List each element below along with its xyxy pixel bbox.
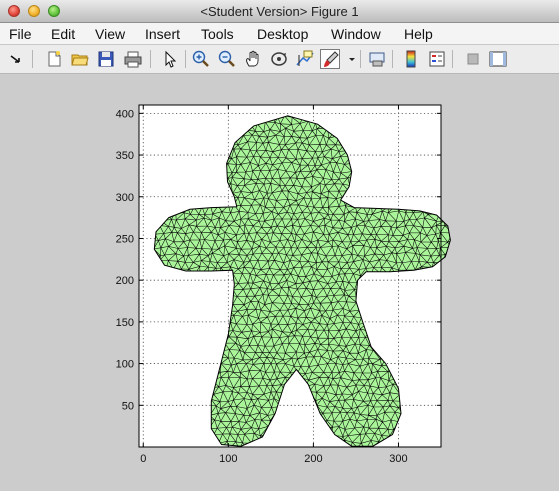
- zoom-in-icon[interactable]: [191, 49, 211, 69]
- dock-arrow-icon[interactable]: [6, 49, 26, 69]
- figure-canvas: 0 100 200 300 50 100 150 200 250 300 350 400: [0, 74, 559, 491]
- link-plot-icon[interactable]: [367, 49, 387, 69]
- y-tick-label: 250: [116, 233, 134, 245]
- menu-view[interactable]: View: [95, 26, 125, 42]
- window-title: <Student Version> Figure 1: [200, 4, 359, 19]
- figure-toolbar: [0, 45, 559, 74]
- zoom-out-icon[interactable]: [217, 49, 237, 69]
- menu-help[interactable]: Help: [404, 26, 433, 42]
- menu-window[interactable]: Window: [331, 26, 381, 42]
- print-icon[interactable]: [123, 49, 143, 69]
- menu-insert[interactable]: Insert: [145, 26, 180, 42]
- x-tick-label: 0: [140, 453, 146, 465]
- colorbar-icon[interactable]: [401, 49, 421, 69]
- menu-tools[interactable]: Tools: [201, 26, 234, 42]
- x-tick-label: 300: [389, 453, 407, 465]
- y-tick-label: 350: [116, 150, 134, 162]
- menu-desktop[interactable]: Desktop: [257, 26, 308, 42]
- legend-icon[interactable]: [427, 49, 447, 69]
- x-tick-label: 200: [304, 453, 322, 465]
- save-icon[interactable]: [96, 49, 116, 69]
- menu-bar: File Edit View Insert Tools Desktop Wind…: [0, 23, 559, 45]
- open-file-icon[interactable]: [70, 49, 90, 69]
- menu-edit[interactable]: Edit: [51, 26, 75, 42]
- y-tick-label: 300: [116, 192, 134, 204]
- x-tick-label: 100: [219, 453, 237, 465]
- y-tick-label: 50: [122, 400, 134, 412]
- brush-icon[interactable]: [320, 49, 340, 69]
- show-plot-tools-icon[interactable]: [488, 49, 508, 69]
- y-tick-label: 200: [116, 275, 134, 287]
- pointer-icon[interactable]: [160, 49, 180, 69]
- y-tick-label: 100: [116, 359, 134, 371]
- axes[interactable]: 0 100 200 300 50 100 150 200 250 300 350 400: [0, 74, 559, 491]
- y-tick-label: 150: [116, 317, 134, 329]
- brush-dropdown-icon[interactable]: [342, 49, 355, 69]
- new-figure-icon[interactable]: [44, 49, 64, 69]
- data-cursor-icon[interactable]: [295, 49, 315, 69]
- pan-hand-icon[interactable]: [243, 49, 263, 69]
- y-tick-label: 400: [116, 108, 134, 120]
- title-bar[interactable]: <Student Version> Figure 1: [0, 0, 559, 23]
- hide-plot-tools-icon[interactable]: [463, 49, 483, 69]
- menu-file[interactable]: File: [9, 26, 32, 42]
- rotate-3d-icon[interactable]: [269, 49, 289, 69]
